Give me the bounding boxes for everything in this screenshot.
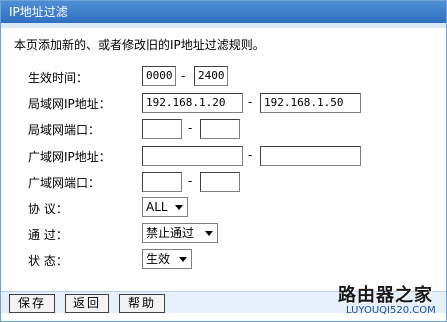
- wan-port-separator: -: [188, 174, 193, 188]
- help-button[interactable]: 帮助: [119, 294, 165, 313]
- wan-ip-separator: -: [248, 148, 253, 162]
- window-title: IP地址过滤: [9, 5, 68, 19]
- wan-ip-label: 广域网IP地址：: [28, 150, 111, 164]
- status-select[interactable]: 生效: [142, 249, 192, 269]
- lan-ip-separator: -: [248, 95, 253, 109]
- effective-time-label: 生效时间：: [28, 71, 89, 85]
- effective-time-end-input[interactable]: 2400: [194, 66, 228, 86]
- lan-port-separator: -: [188, 121, 193, 135]
- chevron-down-icon: [179, 257, 187, 262]
- watermark-logo: 路由器之家 LUYOUQI520.COM: [338, 281, 444, 319]
- pass-select-value: 禁止通过: [146, 226, 195, 240]
- chevron-down-icon: [175, 205, 183, 210]
- status-label: 状 态：: [28, 254, 68, 268]
- lan-port-start-input[interactable]: [142, 119, 182, 139]
- status-select-value: 生效: [146, 252, 171, 266]
- effective-time-start-input[interactable]: 0000: [142, 66, 176, 86]
- wan-ip-end-input[interactable]: [260, 146, 361, 166]
- lan-port-end-input[interactable]: [200, 119, 240, 139]
- watermark-url: LUYOUQI520.COM: [346, 305, 436, 316]
- wan-port-label: 广域网端口：: [28, 176, 101, 190]
- lan-ip-label: 局域网IP地址：: [28, 97, 111, 111]
- protocol-select-value: ALL: [146, 200, 168, 214]
- wan-port-end-input[interactable]: [200, 172, 240, 192]
- protocol-select[interactable]: ALL: [142, 197, 188, 217]
- watermark-title: 路由器之家: [338, 285, 433, 306]
- back-button[interactable]: 返回: [65, 294, 109, 313]
- save-button[interactable]: 保存: [9, 294, 55, 313]
- window-title-bar: IP地址过滤: [1, 1, 446, 23]
- chevron-down-icon: [205, 231, 213, 236]
- lan-ip-end-input[interactable]: 192.168.1.50: [260, 93, 361, 113]
- wan-ip-start-input[interactable]: [142, 146, 243, 166]
- lan-ip-start-input[interactable]: 192.168.1.20: [142, 93, 243, 113]
- protocol-label: 协 议：: [28, 202, 68, 216]
- wan-port-start-input[interactable]: [142, 172, 182, 192]
- pass-label: 通 过：: [28, 228, 68, 242]
- title-divider: [1, 23, 446, 28]
- pass-select[interactable]: 禁止通过: [142, 223, 218, 243]
- lan-port-label: 局域网端口：: [28, 123, 101, 137]
- page-description: 本页添加新的、或者修改旧的IP地址过滤规则。: [14, 38, 265, 52]
- effective-time-separator: -: [181, 69, 186, 83]
